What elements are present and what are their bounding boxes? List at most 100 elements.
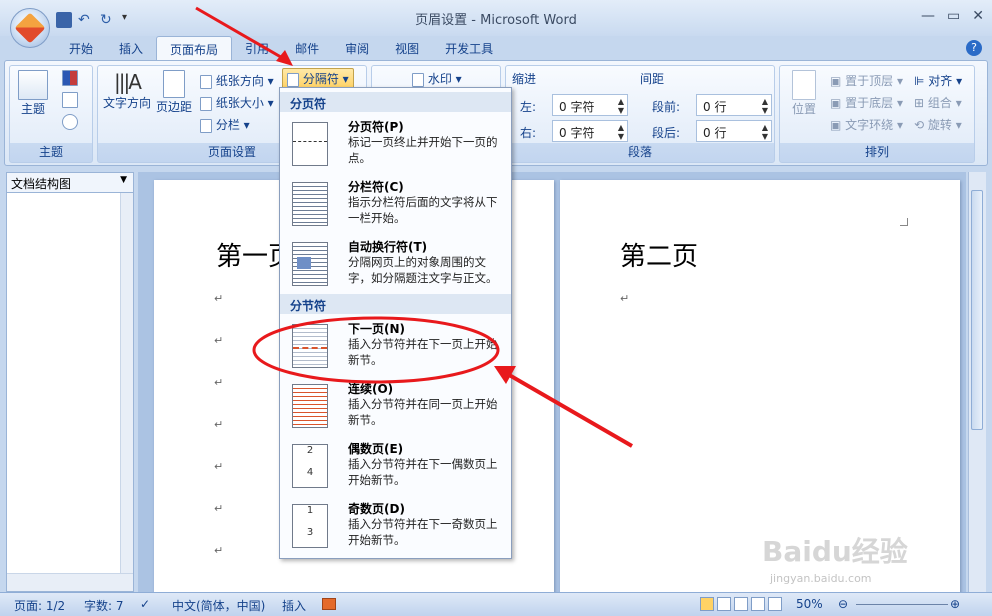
tab-references[interactable]: 引用 [232, 36, 282, 60]
watermark-button[interactable]: 水印 ▾ [412, 70, 462, 87]
theme-button[interactable]: 主题 [16, 70, 50, 117]
scrollbar-thumb[interactable] [971, 190, 983, 430]
position-label: 位置 [791, 102, 816, 116]
paragraph-mark-icon: ↵ [214, 502, 224, 515]
text-wrap-button[interactable]: ▣ 文字环绕 ▾ [830, 116, 903, 133]
bring-front-button[interactable]: ▣ 置于顶层 ▾ [830, 72, 903, 89]
zoom-in-icon[interactable]: ⊕ [950, 597, 960, 611]
insert-mode[interactable]: 插入 [282, 597, 306, 614]
status-bar: 页面: 1/2 字数: 7 ✓ 中文(简体，中国) 插入 50% ⊖ ⊕ [0, 592, 992, 616]
baidu-watermark-url: jingyan.baidu.com [770, 572, 872, 585]
text-direction-button[interactable]: |||A 文字方向 [102, 70, 152, 111]
page2-heading: 第二页 [620, 242, 699, 272]
document-map-hscrollbar[interactable] [7, 573, 133, 591]
position-button[interactable]: 位置 [786, 70, 822, 117]
columns-button[interactable]: 分栏 ▾ [200, 116, 250, 133]
margin-corner-mark [900, 218, 908, 226]
page-count[interactable]: 页面: 1/2 [14, 597, 65, 614]
arrange-group-label: 排列 [864, 145, 889, 159]
tab-mailings[interactable]: 邮件 [282, 36, 332, 60]
office-button[interactable] [10, 8, 50, 48]
page-breaks-header: 分页符 [280, 92, 511, 112]
draft-icon[interactable] [768, 597, 782, 611]
document-map-scrollbar[interactable] [120, 193, 133, 573]
indent-left-input[interactable]: 0 字符 ▲ ▼ [552, 94, 628, 116]
tab-home[interactable]: 开始 [56, 36, 106, 60]
help-icon[interactable]: ? [966, 40, 982, 56]
paragraph-mark-icon: ↵ [214, 460, 224, 473]
print-layout-icon[interactable] [700, 597, 714, 611]
indent-right-input[interactable]: 0 字符 ▲ ▼ [552, 120, 628, 142]
ribbon-tabs: 开始 插入 页面布局 引用 邮件 审阅 视图 开发工具 [56, 36, 506, 60]
margins-button[interactable]: 页边距 [156, 70, 192, 115]
theme-effects-icon[interactable] [62, 114, 78, 130]
minimize-icon[interactable]: — [921, 8, 935, 24]
view-buttons [700, 597, 790, 613]
restore-icon[interactable]: ▭ [947, 8, 960, 24]
theme-fonts-icon[interactable] [62, 92, 78, 108]
send-back-label: 置于底层 [845, 96, 894, 110]
size-button[interactable]: 纸张大小 ▾ [200, 94, 274, 111]
theme-icon [18, 70, 48, 100]
tab-review[interactable]: 审阅 [332, 36, 382, 60]
zoom-out-icon[interactable]: ⊖ [838, 597, 848, 611]
theme-group: 主题 主题 [9, 65, 93, 163]
section-breaks-header: 分节符 [280, 294, 511, 314]
tab-page-layout[interactable]: 页面布局 [156, 36, 233, 60]
menu-item-odd-page[interactable]: 13 奇数页(D) 插入分节符并在下一奇数页上开始新节。 [280, 496, 511, 556]
text-wrapping-icon [292, 242, 328, 286]
align-button[interactable]: ⊫ 对齐 ▾ [914, 72, 962, 89]
tab-view[interactable]: 视图 [382, 36, 432, 60]
paragraph-mark-icon: ↵ [214, 292, 224, 305]
theme-colors-icon[interactable] [62, 70, 78, 86]
menu-item-next-page[interactable]: 下一页(N) 插入分节符并在下一页上开始新节。 [280, 316, 511, 376]
spacing-after-input[interactable]: 0 行 ▲ ▼ [696, 120, 772, 142]
group-label: 组合 [927, 96, 952, 110]
spinner-icon[interactable]: ▲ ▼ [762, 97, 768, 115]
outline-icon[interactable] [751, 597, 765, 611]
proofing-icon[interactable]: ✓ [140, 597, 150, 611]
odd-page-desc: 插入分节符并在下一奇数页上开始新节。 [348, 517, 498, 547]
paragraph-mark-icon: ↵ [214, 334, 224, 347]
menu-item-continuous[interactable]: 连续(O) 插入分节符并在同一页上开始新节。 [280, 376, 511, 436]
arrange-group: 位置 ▣ 置于顶层 ▾ ▣ 置于底层 ▾ ▣ 文字环绕 ▾ ⊫ 对齐 ▾ ⊞ 组… [779, 65, 975, 163]
vertical-scrollbar[interactable] [968, 172, 986, 592]
next-page-title: 下一页(N) [348, 322, 406, 336]
orientation-button[interactable]: 纸张方向 ▾ [200, 72, 274, 89]
rotate-button[interactable]: ⟲ 旋转 ▾ [914, 116, 962, 133]
send-back-button[interactable]: ▣ 置于底层 ▾ [830, 94, 903, 111]
language-status[interactable]: 中文(简体，中国) [172, 597, 265, 614]
window-controls: — ▭ ✕ [921, 8, 984, 24]
page-break-icon [292, 122, 328, 166]
word-count[interactable]: 字数: 7 [84, 597, 124, 614]
group-button[interactable]: ⊞ 组合 ▾ [914, 94, 962, 111]
document-map-dropdown[interactable]: 文档结构图 ▼ [7, 173, 133, 193]
close-icon[interactable]: ✕ [972, 8, 984, 24]
menu-item-column-break[interactable]: 分栏符(C) 指示分栏符后面的文字将从下一栏开始。 [280, 174, 511, 234]
zoom-slider[interactable] [856, 604, 948, 605]
text-wrapping-title: 自动换行符(T) [348, 240, 428, 254]
macro-record-icon[interactable] [322, 598, 336, 610]
page-break-desc: 标记一页终止并开始下一页的点。 [348, 135, 498, 165]
full-screen-icon[interactable] [717, 597, 731, 611]
menu-item-page-break[interactable]: 分页符(P) 标记一页终止并开始下一页的点。 [280, 114, 511, 174]
breaks-label: 分隔符 [302, 72, 339, 86]
spacing-before-input[interactable]: 0 行 ▲ ▼ [696, 94, 772, 116]
baidu-watermark: Baidu经验 [762, 535, 908, 568]
continuous-icon [292, 384, 328, 428]
next-page-desc: 插入分节符并在下一页上开始新节。 [348, 337, 498, 367]
zoom-level[interactable]: 50% [796, 597, 823, 611]
office-logo-icon [14, 12, 46, 44]
tab-developer[interactable]: 开发工具 [432, 36, 506, 60]
breaks-button[interactable]: 分隔符 ▾ [282, 68, 354, 89]
menu-item-text-wrapping[interactable]: 自动换行符(T) 分隔网页上的对象周围的文字，如分隔题注文字与正文。 [280, 234, 511, 294]
theme-group-label: 主题 [38, 145, 63, 159]
spinner-icon[interactable]: ▲ ▼ [618, 97, 624, 115]
spinner-icon[interactable]: ▲ ▼ [762, 123, 768, 141]
tab-insert[interactable]: 插入 [106, 36, 156, 60]
paragraph-mark-icon: ↵ [214, 418, 224, 431]
orientation-label: 纸张方向 [215, 74, 264, 88]
spinner-icon[interactable]: ▲ ▼ [618, 123, 624, 141]
web-layout-icon[interactable] [734, 597, 748, 611]
menu-item-even-page[interactable]: 24 偶数页(E) 插入分节符并在下一偶数页上开始新节。 [280, 436, 511, 496]
